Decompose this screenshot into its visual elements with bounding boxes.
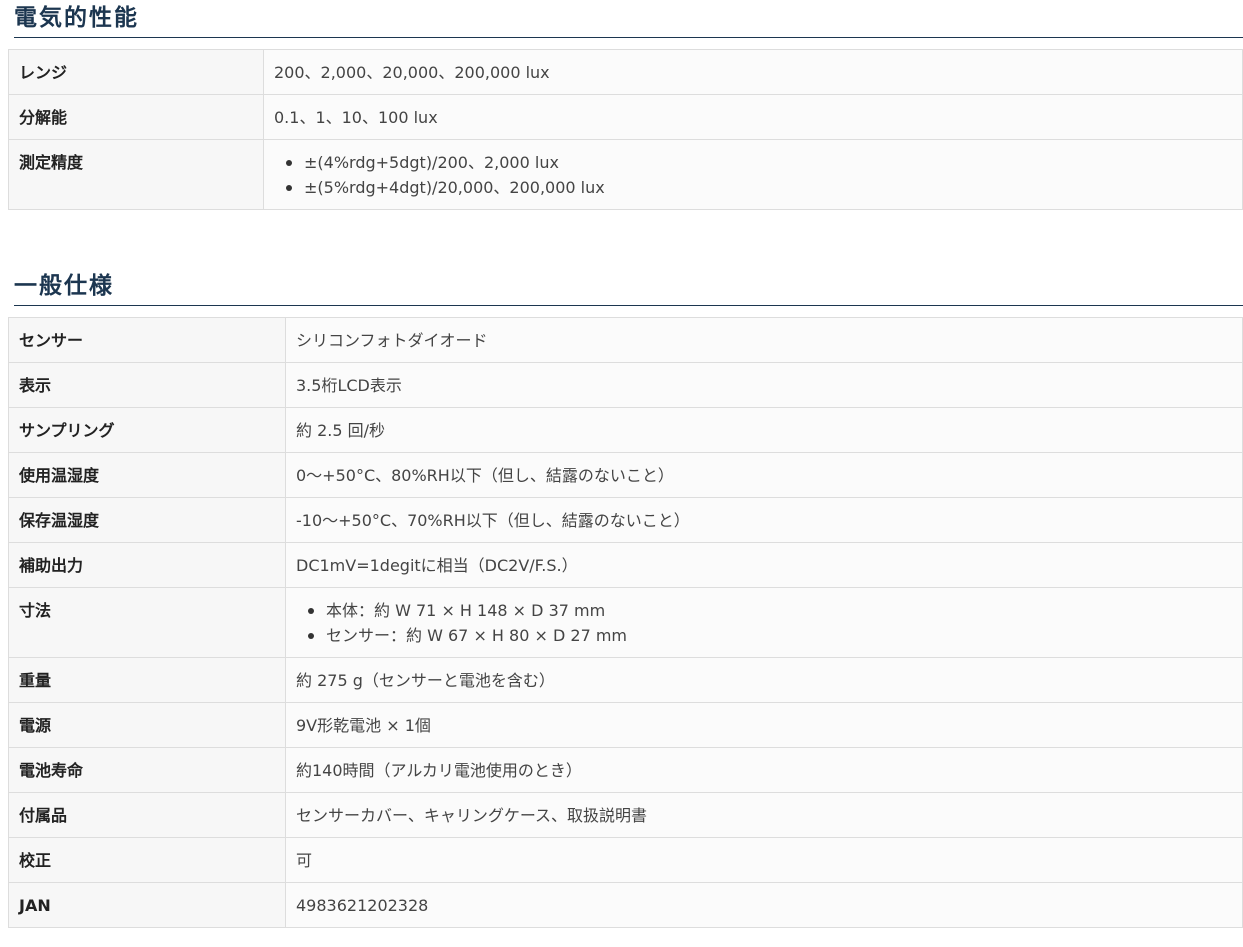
row-value: 200、2,000、20,000、200,000 lux bbox=[263, 49, 1243, 95]
row-value: 約 2.5 回/秒 bbox=[285, 407, 1243, 453]
bullet-dot-icon bbox=[286, 185, 292, 191]
row-value: 9V形乾電池 × 1個 bbox=[285, 702, 1243, 748]
row-label: 補助出力 bbox=[8, 542, 286, 588]
row-value: シリコンフォトダイオード bbox=[285, 317, 1243, 363]
table-row: 電池寿命 約140時間（アルカリ電池使用のとき） bbox=[8, 747, 1243, 793]
row-value: 3.5桁LCD表示 bbox=[285, 362, 1243, 408]
electrical-spec-table: レンジ 200、2,000、20,000、200,000 lux 分解能 0.1… bbox=[8, 49, 1243, 210]
row-value: 4983621202328 bbox=[285, 882, 1243, 928]
table-row: 保存温湿度 -10〜+50°C、70%RH以下（但し、結露のないこと） bbox=[8, 497, 1243, 543]
list-item: ±(4%rdg+5dgt)/200、2,000 lux bbox=[274, 150, 1232, 175]
table-row: 補助出力 DC1mV=1degitに相当（DC2V/F.S.） bbox=[8, 542, 1243, 588]
row-value: -10〜+50°C、70%RH以下（但し、結露のないこと） bbox=[285, 497, 1243, 543]
general-spec-table: センサー シリコンフォトダイオード 表示 3.5桁LCD表示 サンプリング 約 … bbox=[8, 317, 1243, 928]
row-label: 保存温湿度 bbox=[8, 497, 286, 543]
section-divider-electrical bbox=[14, 37, 1243, 38]
row-value: センサーカバー、キャリングケース、取扱説明書 bbox=[285, 792, 1243, 838]
list-item: ±(5%rdg+4dgt)/20,000、200,000 lux bbox=[274, 175, 1232, 200]
list-item: センサー：約 W 67 × H 80 × D 27 mm bbox=[296, 623, 1232, 648]
table-row: 測定精度 ±(4%rdg+5dgt)/200、2,000 lux ±(5%rdg… bbox=[8, 139, 1243, 210]
bullet-dot-icon bbox=[308, 633, 314, 639]
row-label: 分解能 bbox=[8, 94, 264, 140]
row-label: 表示 bbox=[8, 362, 286, 408]
section-divider-general bbox=[14, 305, 1243, 306]
row-value: 0.1、1、10、100 lux bbox=[263, 94, 1243, 140]
table-row: レンジ 200、2,000、20,000、200,000 lux bbox=[8, 49, 1243, 95]
table-row: 寸法 本体：約 W 71 × H 148 × D 37 mm センサー：約 W … bbox=[8, 587, 1243, 658]
list-item: 本体：約 W 71 × H 148 × D 37 mm bbox=[296, 598, 1232, 623]
row-value: 0〜+50°C、80%RH以下（但し、結露のないこと） bbox=[285, 452, 1243, 498]
table-row: 校正 可 bbox=[8, 837, 1243, 883]
bullet-dot-icon bbox=[286, 160, 292, 166]
row-label: レンジ bbox=[8, 49, 264, 95]
table-row: センサー シリコンフォトダイオード bbox=[8, 317, 1243, 363]
row-value: 可 bbox=[285, 837, 1243, 883]
table-row: JAN 4983621202328 bbox=[8, 882, 1243, 928]
row-label: センサー bbox=[8, 317, 286, 363]
row-value: DC1mV=1degitに相当（DC2V/F.S.） bbox=[285, 542, 1243, 588]
row-label: 寸法 bbox=[8, 587, 286, 658]
row-label: JAN bbox=[8, 882, 286, 928]
table-row: 分解能 0.1、1、10、100 lux bbox=[8, 94, 1243, 140]
row-label: 電源 bbox=[8, 702, 286, 748]
bullet-dot-icon bbox=[308, 608, 314, 614]
accuracy-list: ±(4%rdg+5dgt)/200、2,000 lux ±(5%rdg+4dgt… bbox=[274, 150, 1232, 200]
section-title-electrical: 電気的性能 bbox=[14, 5, 139, 31]
section-title-general: 一般仕様 bbox=[14, 273, 114, 299]
row-value: 約140時間（アルカリ電池使用のとき） bbox=[285, 747, 1243, 793]
table-row: 電源 9V形乾電池 × 1個 bbox=[8, 702, 1243, 748]
table-row: サンプリング 約 2.5 回/秒 bbox=[8, 407, 1243, 453]
table-row: 付属品 センサーカバー、キャリングケース、取扱説明書 bbox=[8, 792, 1243, 838]
table-row: 使用温湿度 0〜+50°C、80%RH以下（但し、結露のないこと） bbox=[8, 452, 1243, 498]
row-value: 本体：約 W 71 × H 148 × D 37 mm センサー：約 W 67 … bbox=[285, 587, 1243, 658]
dimensions-list: 本体：約 W 71 × H 148 × D 37 mm センサー：約 W 67 … bbox=[296, 598, 1232, 648]
table-row: 表示 3.5桁LCD表示 bbox=[8, 362, 1243, 408]
row-value: ±(4%rdg+5dgt)/200、2,000 lux ±(5%rdg+4dgt… bbox=[263, 139, 1243, 210]
table-row: 重量 約 275 g（センサーと電池を含む） bbox=[8, 657, 1243, 703]
row-value: 約 275 g（センサーと電池を含む） bbox=[285, 657, 1243, 703]
row-label: 付属品 bbox=[8, 792, 286, 838]
row-label: サンプリング bbox=[8, 407, 286, 453]
row-label: 校正 bbox=[8, 837, 286, 883]
row-label: 測定精度 bbox=[8, 139, 264, 210]
row-label: 電池寿命 bbox=[8, 747, 286, 793]
row-label: 使用温湿度 bbox=[8, 452, 286, 498]
row-label: 重量 bbox=[8, 657, 286, 703]
